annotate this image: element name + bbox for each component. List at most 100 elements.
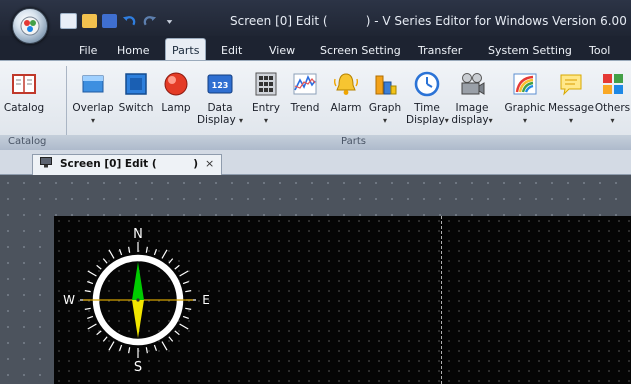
compass-tick — [87, 280, 94, 285]
compass-tick — [168, 336, 174, 342]
tab-home[interactable]: Home — [117, 44, 149, 57]
quick-access-toolbar — [60, 12, 177, 30]
dropdown-arrow-icon: ▾ — [382, 116, 387, 125]
open-folder-icon[interactable] — [82, 14, 97, 28]
customize-toolbar-icon[interactable] — [162, 14, 177, 28]
others-button[interactable]: Others ▾ — [594, 64, 631, 134]
catalog-book-icon — [12, 74, 36, 94]
compass-pivot — [136, 298, 140, 302]
image-display-button[interactable]: Image display▾ — [449, 64, 495, 134]
lamp-icon — [164, 72, 188, 96]
tab-edit[interactable]: Edit — [221, 44, 242, 57]
graph-button[interactable]: Graph ▾ — [367, 64, 403, 134]
compass-tick — [185, 307, 192, 310]
group-label-parts: Parts — [341, 136, 366, 147]
compass-north-needle — [132, 262, 144, 300]
svg-text:123: 123 — [212, 81, 229, 90]
image-display-label-1: Image — [455, 102, 489, 114]
compass-tick — [87, 270, 97, 277]
others-label: Others — [594, 102, 631, 114]
image-display-label-2: display — [451, 114, 489, 126]
compass-label-east: E — [202, 293, 210, 307]
catalog-label: Catalog — [3, 102, 45, 114]
application-button[interactable] — [12, 8, 48, 44]
overlap-button[interactable]: Overlap ▾ — [72, 64, 114, 134]
tab-transfer[interactable]: Transfer — [418, 44, 462, 57]
compass-tick — [174, 264, 180, 270]
tab-system-setting[interactable]: System Setting — [488, 44, 572, 57]
tab-file[interactable]: File — [79, 44, 97, 57]
undo-icon[interactable] — [122, 14, 137, 28]
graphic-rainbow-icon — [513, 73, 537, 95]
others-blocks-icon — [602, 74, 623, 94]
switch-button[interactable]: Switch — [116, 64, 156, 134]
entry-label: Entry — [252, 102, 280, 114]
canvas-guide-line — [441, 216, 442, 384]
tab-tool[interactable]: Tool — [589, 44, 610, 57]
compass-tick — [84, 290, 91, 293]
dropdown-arrow-icon: ▾ — [263, 116, 268, 125]
message-button[interactable]: Message ▾ — [548, 64, 594, 134]
dropdown-arrow-icon: ▾ — [522, 116, 527, 125]
catalog-button[interactable]: Catalog — [2, 64, 46, 134]
dropdown-arrow-icon: ▾ — [488, 116, 493, 125]
alarm-button[interactable]: Alarm — [328, 64, 364, 134]
group-label-catalog: Catalog — [8, 136, 47, 147]
monitor-icon — [40, 157, 52, 168]
compass-tick — [118, 344, 123, 351]
overlap-icon — [82, 75, 104, 93]
compass-tick — [108, 249, 115, 259]
compass-tick — [174, 330, 180, 336]
trend-icon — [293, 73, 317, 95]
compass-tick — [128, 246, 131, 253]
alarm-bell-icon — [333, 73, 359, 95]
data-display-label-2: Display — [196, 114, 236, 126]
image-display-label-row: display▾ — [449, 114, 495, 127]
clock-icon — [414, 71, 440, 97]
compass-tick — [161, 249, 168, 259]
new-file-icon[interactable] — [60, 13, 77, 29]
data-display-button[interactable]: 123 Data Display ▾ — [196, 64, 244, 134]
document-tab-label: Screen [0] Edit ( ) — [60, 158, 199, 170]
entry-button[interactable]: Entry ▾ — [248, 64, 284, 134]
time-display-button[interactable]: Time Display▾ — [406, 64, 449, 134]
graphic-button[interactable]: Graphic ▾ — [502, 64, 548, 134]
time-display-label-1: Time — [414, 102, 440, 114]
redo-icon[interactable] — [142, 14, 157, 28]
compass-label-north: N — [133, 227, 143, 242]
graph-label: Graph — [368, 102, 402, 114]
lamp-button[interactable]: Lamp — [158, 64, 194, 134]
app-logo-icon — [20, 16, 40, 36]
compass-tick — [108, 341, 115, 351]
compass-tick — [182, 280, 189, 285]
compass-tick — [182, 315, 189, 320]
compass-south-needle — [132, 300, 144, 338]
compass-tick — [87, 323, 97, 330]
ribbon-group-bar — [0, 135, 631, 150]
trend-button[interactable]: Trend — [286, 64, 324, 134]
trend-label: Trend — [290, 102, 320, 114]
compass-tick — [145, 347, 148, 354]
entry-keypad-icon — [255, 72, 277, 96]
video-camera-icon — [461, 73, 485, 95]
compass-tick — [161, 341, 168, 351]
data-display-label-1: Data — [207, 102, 233, 114]
compass-tick — [153, 344, 158, 351]
data-display-icon: 123 — [207, 74, 233, 94]
tab-parts-label[interactable]: Parts — [172, 44, 199, 57]
compass-tick — [118, 249, 123, 256]
dropdown-arrow-icon: ▾ — [239, 116, 244, 125]
compass-part[interactable]: N S E W — [60, 220, 222, 382]
compass-tick — [96, 264, 102, 270]
compass-tick — [96, 330, 102, 336]
compass-tick — [87, 315, 94, 320]
save-icon[interactable] — [102, 14, 117, 28]
switch-label: Switch — [118, 102, 154, 114]
compass-tick — [102, 336, 108, 342]
message-label: Message — [548, 102, 595, 114]
tab-screen-setting[interactable]: Screen Setting — [320, 44, 401, 57]
tab-view[interactable]: View — [269, 44, 295, 57]
close-icon[interactable]: × — [205, 157, 214, 170]
dropdown-arrow-icon: ▾ — [90, 116, 95, 125]
graph-bar-icon — [375, 75, 397, 95]
